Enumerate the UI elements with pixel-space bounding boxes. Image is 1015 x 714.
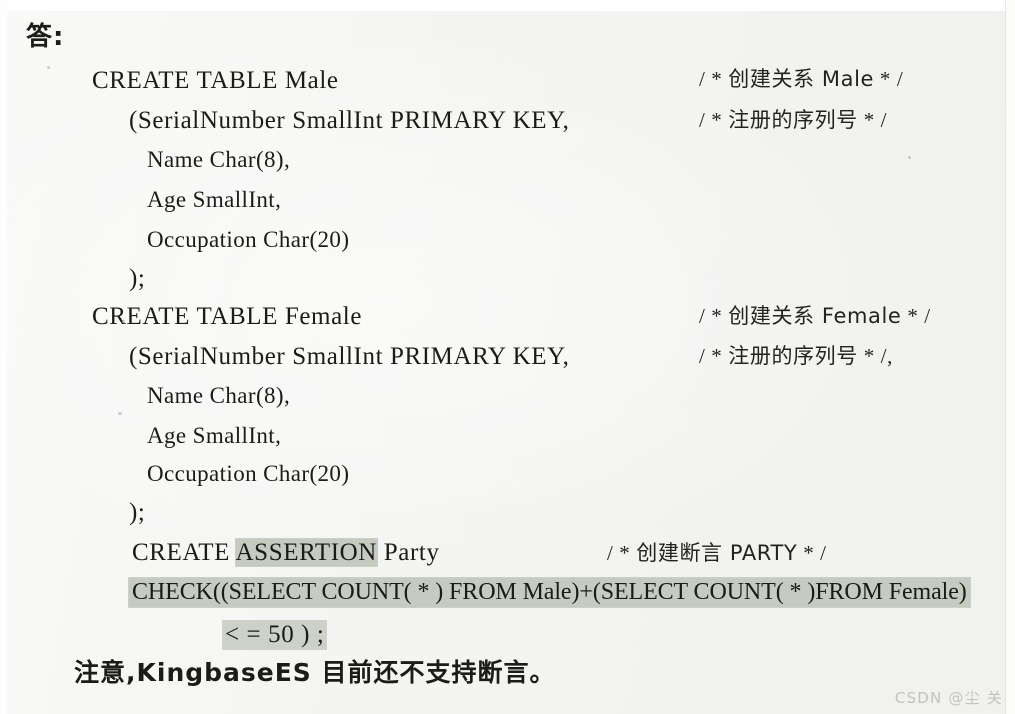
comment-text: 创建关系 Male xyxy=(728,67,875,91)
code-line-male-name: Name Char(8), xyxy=(147,147,291,172)
code-line-create-table-female: CREATE TABLE Female xyxy=(92,303,363,330)
comment-close-token: * / xyxy=(797,541,827,565)
code-line-female-age: Age SmallInt, xyxy=(147,423,282,448)
comment-text: 创建关系 Female xyxy=(728,304,902,328)
page-content: 答: CREATE TABLE Male / * 创建关系 Male * / (… xyxy=(0,0,1015,714)
code-line-male-occupation: Occupation Char(20) xyxy=(147,227,350,252)
comment-open-token: / * xyxy=(699,108,729,132)
comment-create-relation-male: / * 创建关系 Male * / xyxy=(699,69,903,90)
comment-close-token: * /, xyxy=(857,344,893,368)
scan-speck xyxy=(47,66,50,69)
comment-create-relation-female: / * 创建关系 Female * / xyxy=(699,306,931,327)
comment-open-token: / * xyxy=(607,541,637,565)
scan-speck xyxy=(908,156,911,159)
comment-close-token: * / xyxy=(857,108,888,132)
code-line-female-serialnumber: (SerialNumber SmallInt PRIMARY KEY, xyxy=(129,343,570,370)
comment-registered-serial-number-male: / * 注册的序列号 * / xyxy=(699,110,887,131)
comment-create-assertion-party: / * 创建断言 PARTY * / xyxy=(607,543,827,564)
comment-open-token: / * xyxy=(699,304,729,328)
code-line-female-name: Name Char(8), xyxy=(147,383,291,408)
assertion-name-party: Party xyxy=(376,539,440,566)
comment-close-token: * / xyxy=(874,67,904,91)
comment-close-token: * / xyxy=(901,304,931,328)
closing-note: 注意,KingbaseES 目前还不支持断言。 xyxy=(74,658,556,687)
comment-text: 注册的序列号 xyxy=(728,344,858,368)
code-line-female-close: ); xyxy=(129,499,146,526)
comment-text: 创建断言 PARTY xyxy=(636,541,798,565)
code-line-male-close: ); xyxy=(129,265,146,292)
comment-text: 注册的序列号 xyxy=(728,108,858,132)
scan-speck xyxy=(118,412,122,415)
code-line-check-limit: < = 50 ) ; xyxy=(222,620,328,650)
code-line-female-occupation: Occupation Char(20) xyxy=(147,461,350,486)
scanned-page: 答: CREATE TABLE Male / * 创建关系 Male * / (… xyxy=(0,0,1015,714)
comment-open-token: / * xyxy=(699,67,729,91)
keyword-create: CREATE xyxy=(132,539,236,566)
answer-label: 答: xyxy=(26,22,65,52)
csdn-watermark: CSDN @尘 关 xyxy=(894,689,1003,707)
scan-speck xyxy=(122,320,125,323)
highlighted-keyword-assertion: ASSERTION xyxy=(235,539,377,566)
code-line-check-clause: CHECK((SELECT COUNT( * ) FROM Male)+(SEL… xyxy=(129,578,970,607)
code-line-create-assertion: CREATE ASSERTION Party xyxy=(132,539,440,566)
code-line-male-age: Age SmallInt, xyxy=(147,187,282,212)
comment-open-token: / * xyxy=(699,344,729,368)
comment-registered-serial-number-female: / * 注册的序列号 * /, xyxy=(699,346,893,367)
code-line-create-table-male: CREATE TABLE Male xyxy=(92,67,339,94)
code-line-male-serialnumber: (SerialNumber SmallInt PRIMARY KEY, xyxy=(129,107,570,134)
